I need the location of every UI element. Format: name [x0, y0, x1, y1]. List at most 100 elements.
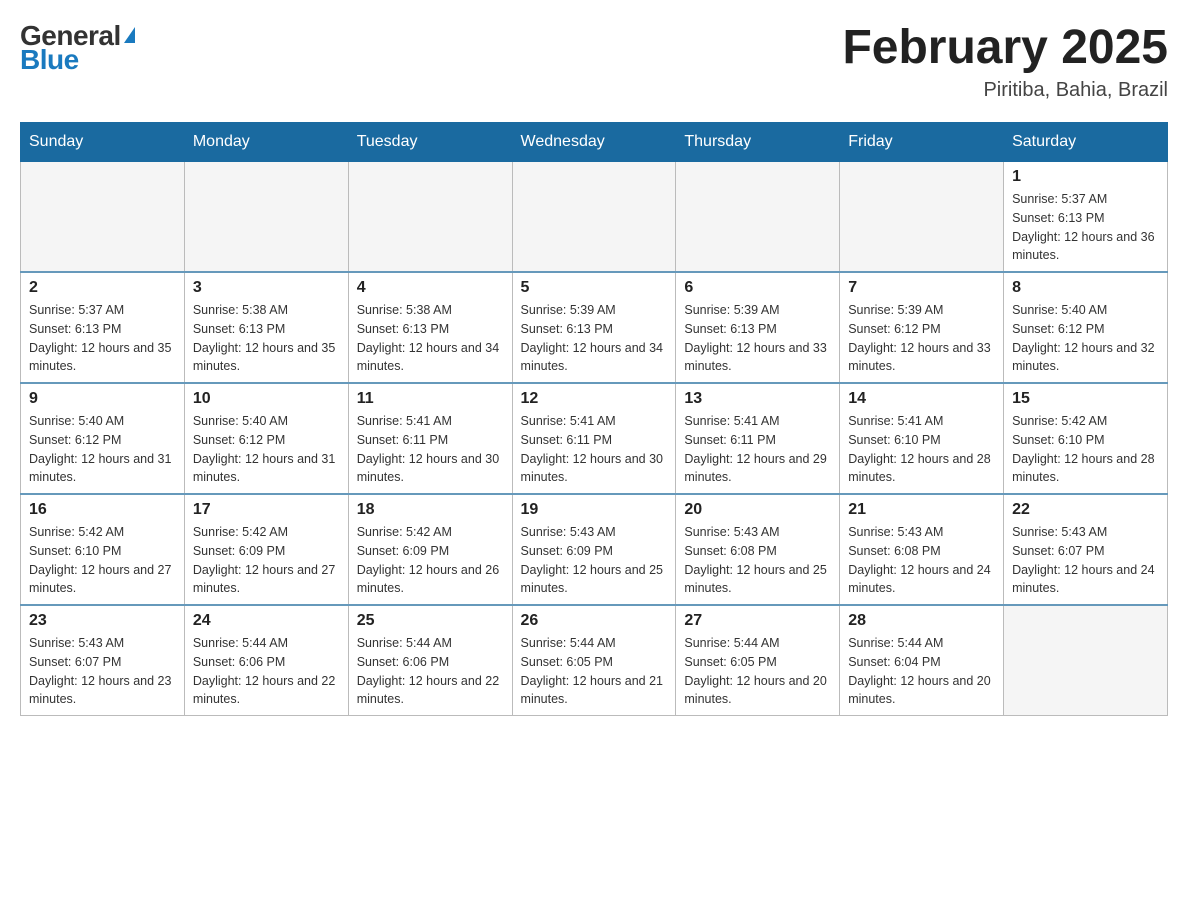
day-info: Sunrise: 5:42 AMSunset: 6:10 PMDaylight:… [29, 523, 176, 598]
day-info: Sunrise: 5:41 AMSunset: 6:11 PMDaylight:… [357, 412, 504, 487]
calendar-day-cell: 27Sunrise: 5:44 AMSunset: 6:05 PMDayligh… [676, 605, 840, 716]
day-info: Sunrise: 5:43 AMSunset: 6:07 PMDaylight:… [1012, 523, 1159, 598]
day-number: 25 [357, 612, 504, 630]
calendar-day-cell: 26 Sunrise: 5:44 AMSunset: 6:05 PMDayligh… [512, 605, 676, 716]
calendar-day-cell: 13 Sunrise: 5:41 AMSunset: 6:11 PMDayligh… [676, 383, 840, 494]
day-number: 9 [29, 390, 176, 408]
calendar-day-cell: 19 Sunrise: 5:43 AMSunset: 6:09 PMDayligh… [512, 494, 676, 605]
day-number: 10 [193, 390, 340, 408]
day-info: Sunrise: 5:40 AMSunset: 6:12 PMDaylight:… [29, 412, 176, 487]
calendar-week-row: 2 Sunrise: 5:37 AMSunset: 6:13 PMDaylight… [21, 272, 1168, 383]
day-info: Sunrise: 5:44 AMSunset: 6:05 PMDaylight:… [684, 634, 831, 709]
day-info: Sunrise: 5:39 AMSunset: 6:13 PMDaylight:… [521, 301, 668, 376]
day-number: 18 [357, 501, 504, 519]
day-number: 2 [29, 279, 176, 297]
calendar-week-row: 23 Sunrise: 5:43 AMSunset: 6:07 PMDayligh… [21, 605, 1168, 716]
day-info: Sunrise: 5:38 AMSunset: 6:13 PMDaylight:… [357, 301, 504, 376]
day-number: 8 [1012, 279, 1159, 297]
calendar-day-cell: 12Sunrise: 5:41 AMSunset: 6:11 PMDayligh… [512, 383, 676, 494]
day-info: Sunrise: 5:44 AMSunset: 6:06 PMDaylight:… [193, 634, 340, 709]
calendar-day-cell [676, 162, 840, 273]
day-number: 22 [1012, 501, 1159, 519]
calendar-day-cell [21, 162, 185, 273]
weekday-header-thursday: Thursday [676, 123, 840, 162]
calendar-day-cell: 1Sunrise: 5:37 AMSunset: 6:13 PMDaylight… [1004, 162, 1168, 273]
month-title: February 2025 [842, 20, 1168, 75]
calendar-week-row: 9 Sunrise: 5:40 AMSunset: 6:12 PMDaylight… [21, 383, 1168, 494]
calendar-day-cell: 18 Sunrise: 5:42 AMSunset: 6:09 PMDayligh… [348, 494, 512, 605]
day-number: 21 [848, 501, 995, 519]
weekday-header-monday: Monday [184, 123, 348, 162]
day-info: Sunrise: 5:44 AMSunset: 6:04 PMDaylight:… [848, 634, 995, 709]
calendar-day-cell: 24Sunrise: 5:44 AMSunset: 6:06 PMDayligh… [184, 605, 348, 716]
day-number: 12 [521, 390, 668, 408]
calendar-day-cell: 5 Sunrise: 5:39 AMSunset: 6:13 PMDaylight… [512, 272, 676, 383]
day-info: Sunrise: 5:42 AMSunset: 6:09 PMDaylight:… [357, 523, 504, 598]
day-info: Sunrise: 5:42 AMSunset: 6:10 PMDaylight:… [1012, 412, 1159, 487]
calendar-day-cell: 25 Sunrise: 5:44 AMSunset: 6:06 PMDayligh… [348, 605, 512, 716]
calendar-day-cell: 14 Sunrise: 5:41 AMSunset: 6:10 PMDayligh… [840, 383, 1004, 494]
calendar-day-cell: 28 Sunrise: 5:44 AMSunset: 6:04 PMDayligh… [840, 605, 1004, 716]
calendar-day-cell: 17 Sunrise: 5:42 AMSunset: 6:09 PMDayligh… [184, 494, 348, 605]
calendar-day-cell: 3Sunrise: 5:38 AMSunset: 6:13 PMDaylight… [184, 272, 348, 383]
day-number: 19 [521, 501, 668, 519]
calendar-week-row: 16Sunrise: 5:42 AMSunset: 6:10 PMDayligh… [21, 494, 1168, 605]
logo: General Blue [20, 20, 135, 76]
day-info: Sunrise: 5:43 AMSunset: 6:08 PMDaylight:… [684, 523, 831, 598]
logo-blue-text: Blue [20, 44, 79, 76]
weekday-header-row: SundayMondayTuesdayWednesdayThursdayFrid… [21, 123, 1168, 162]
day-info: Sunrise: 5:40 AMSunset: 6:12 PMDaylight:… [193, 412, 340, 487]
location-text: Piritiba, Bahia, Brazil [842, 79, 1168, 102]
day-info: Sunrise: 5:40 AMSunset: 6:12 PMDaylight:… [1012, 301, 1159, 376]
day-number: 6 [684, 279, 831, 297]
calendar-day-cell: 22 Sunrise: 5:43 AMSunset: 6:07 PMDayligh… [1004, 494, 1168, 605]
day-number: 13 [684, 390, 831, 408]
day-info: Sunrise: 5:39 AMSunset: 6:12 PMDaylight:… [848, 301, 995, 376]
weekday-header-saturday: Saturday [1004, 123, 1168, 162]
calendar-day-cell: 8 Sunrise: 5:40 AMSunset: 6:12 PMDaylight… [1004, 272, 1168, 383]
weekday-header-sunday: Sunday [21, 123, 185, 162]
day-number: 15 [1012, 390, 1159, 408]
calendar-day-cell: 21 Sunrise: 5:43 AMSunset: 6:08 PMDayligh… [840, 494, 1004, 605]
day-number: 23 [29, 612, 176, 630]
day-number: 20 [684, 501, 831, 519]
day-info: Sunrise: 5:43 AMSunset: 6:09 PMDaylight:… [521, 523, 668, 598]
day-info: Sunrise: 5:42 AMSunset: 6:09 PMDaylight:… [193, 523, 340, 598]
day-info: Sunrise: 5:41 AMSunset: 6:11 PMDaylight:… [684, 412, 831, 487]
calendar-day-cell [512, 162, 676, 273]
day-number: 17 [193, 501, 340, 519]
day-info: Sunrise: 5:37 AMSunset: 6:13 PMDaylight:… [29, 301, 176, 376]
day-info: Sunrise: 5:38 AMSunset: 6:13 PMDaylight:… [193, 301, 340, 376]
day-info: Sunrise: 5:44 AMSunset: 6:05 PMDaylight:… [521, 634, 668, 709]
day-number: 11 [357, 390, 504, 408]
page-header: General Blue February 2025 Piritiba, Bah… [20, 20, 1168, 102]
calendar-day-cell [1004, 605, 1168, 716]
weekday-header-wednesday: Wednesday [512, 123, 676, 162]
calendar-day-cell: 23 Sunrise: 5:43 AMSunset: 6:07 PMDayligh… [21, 605, 185, 716]
day-number: 26 [521, 612, 668, 630]
day-info: Sunrise: 5:37 AMSunset: 6:13 PMDaylight:… [1012, 190, 1159, 265]
calendar-day-cell [184, 162, 348, 273]
calendar-day-cell: 7 Sunrise: 5:39 AMSunset: 6:12 PMDaylight… [840, 272, 1004, 383]
day-number: 14 [848, 390, 995, 408]
weekday-header-friday: Friday [840, 123, 1004, 162]
day-number: 28 [848, 612, 995, 630]
calendar-day-cell: 4 Sunrise: 5:38 AMSunset: 6:13 PMDaylight… [348, 272, 512, 383]
day-number: 4 [357, 279, 504, 297]
calendar-table: SundayMondayTuesdayWednesdayThursdayFrid… [20, 122, 1168, 716]
calendar-day-cell: 2 Sunrise: 5:37 AMSunset: 6:13 PMDaylight… [21, 272, 185, 383]
calendar-day-cell: 6 Sunrise: 5:39 AMSunset: 6:13 PMDaylight… [676, 272, 840, 383]
calendar-day-cell: 11 Sunrise: 5:41 AMSunset: 6:11 PMDayligh… [348, 383, 512, 494]
day-info: Sunrise: 5:44 AMSunset: 6:06 PMDaylight:… [357, 634, 504, 709]
calendar-day-cell: 9 Sunrise: 5:40 AMSunset: 6:12 PMDaylight… [21, 383, 185, 494]
weekday-header-tuesday: Tuesday [348, 123, 512, 162]
calendar-day-cell: 10 Sunrise: 5:40 AMSunset: 6:12 PMDayligh… [184, 383, 348, 494]
day-info: Sunrise: 5:43 AMSunset: 6:07 PMDaylight:… [29, 634, 176, 709]
calendar-day-cell: 16Sunrise: 5:42 AMSunset: 6:10 PMDayligh… [21, 494, 185, 605]
day-info: Sunrise: 5:43 AMSunset: 6:08 PMDaylight:… [848, 523, 995, 598]
calendar-day-cell [840, 162, 1004, 273]
day-number: 7 [848, 279, 995, 297]
day-info: Sunrise: 5:41 AMSunset: 6:10 PMDaylight:… [848, 412, 995, 487]
day-info: Sunrise: 5:39 AMSunset: 6:13 PMDaylight:… [684, 301, 831, 376]
day-number: 5 [521, 279, 668, 297]
